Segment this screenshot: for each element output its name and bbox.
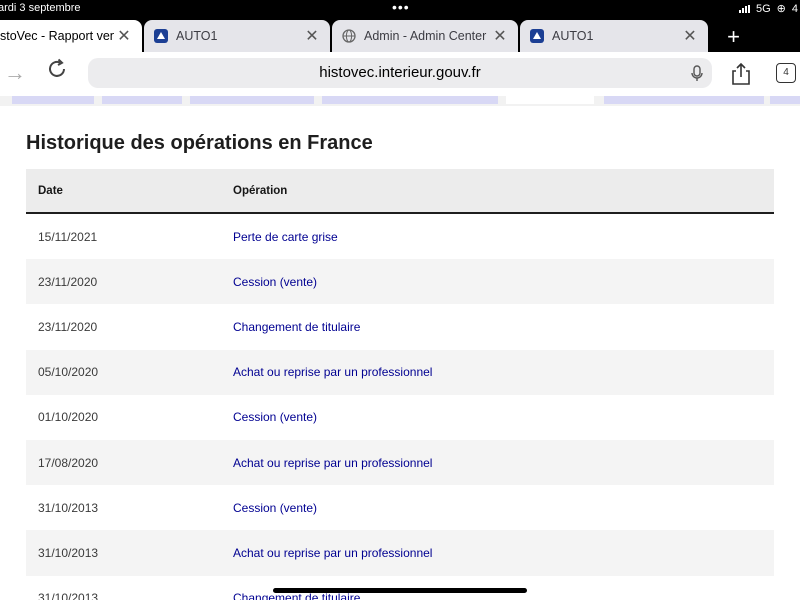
table-row: 17/08/2020 Achat ou reprise par un profes… — [26, 439, 774, 486]
section-tab-active[interactable] — [506, 96, 594, 104]
section-tab[interactable] — [12, 96, 94, 104]
share-icon[interactable] — [730, 62, 752, 91]
network-label: 5G — [755, 2, 771, 15]
cell-operation: Cession (vente) — [233, 500, 318, 515]
tab-title: AUTO1 — [552, 29, 594, 43]
tab-auto1[interactable]: AUTO1 ✕ — [144, 20, 330, 52]
cell-operation: Perte de carte grise — [233, 229, 338, 244]
status-bar: ardi 3 septembre ••• 5G ⊕ 4 — [0, 0, 800, 18]
tab-admin-center[interactable]: Admin - Admin Center ✕ — [332, 20, 518, 52]
close-icon[interactable]: ✕ — [114, 26, 134, 46]
table-row: 31/10/2013 Achat ou reprise par un profes… — [26, 530, 774, 576]
microphone-icon[interactable] — [690, 64, 704, 94]
cell-operation: Achat ou reprise par un professionnel — [233, 365, 433, 380]
status-extra: 4 — [791, 2, 798, 15]
status-right: 5G ⊕ 4 — [738, 2, 798, 15]
section-tab[interactable] — [604, 96, 764, 104]
header-date: Date — [38, 184, 63, 197]
cell-date: 23/11/2020 — [38, 274, 98, 289]
table-header: Date Opération — [26, 169, 774, 214]
section-tab[interactable] — [322, 96, 498, 104]
header-operation: Opération — [233, 184, 288, 197]
browser-toolbar: → histovec.interieur.gouv.fr 4 — [0, 52, 800, 96]
tab-count-button[interactable]: 4 — [776, 63, 796, 83]
cell-date: 05/10/2020 — [38, 365, 99, 380]
section-tab[interactable] — [190, 96, 314, 104]
location-icon: ⊕ — [776, 3, 786, 15]
section-tab[interactable] — [770, 96, 800, 104]
table-row: 15/11/2021 Perte de carte grise — [26, 214, 774, 260]
more-dots-icon[interactable]: ••• — [392, 0, 410, 15]
cell-date: 01/10/2020 — [38, 410, 99, 425]
close-icon[interactable]: ✕ — [680, 26, 700, 46]
globe-icon — [342, 29, 356, 43]
tab-title: Admin - Admin Center — [364, 29, 487, 43]
tab-title: stoVec - Rapport vende — [0, 29, 114, 43]
table-row: 23/11/2020 Cession (vente) — [26, 259, 774, 305]
auto1-icon — [154, 29, 168, 43]
table-body: 15/11/2021 Perte de carte grise 23/11/202… — [26, 214, 774, 600]
table-row: 31/10/2013 Cession (vente) — [26, 485, 774, 531]
cell-operation: Changement de titulaire — [233, 319, 361, 334]
cell-date: 17/08/2020 — [38, 455, 99, 470]
table-row: 23/11/2020 Changement de titulaire — [26, 304, 774, 350]
section-tab[interactable] — [102, 96, 182, 104]
signal-icon — [738, 4, 750, 13]
page-content: Historique des opérations en France Date… — [0, 96, 800, 600]
cell-date: 23/11/2020 — [38, 319, 98, 334]
cell-date: 31/10/2013 — [38, 545, 99, 560]
url-text: histovec.interieur.gouv.fr — [319, 64, 481, 81]
close-icon[interactable]: ✕ — [490, 26, 510, 46]
cell-date: 31/10/2013 — [38, 500, 99, 515]
operations-table: Date Opération 15/11/2021 Perte de carte … — [26, 169, 774, 600]
reload-icon[interactable] — [46, 58, 68, 86]
new-tab-icon[interactable]: + — [727, 24, 740, 50]
tab-histovec[interactable]: stoVec - Rapport vende ✕ — [0, 20, 142, 52]
table-row: 01/10/2020 Cession (vente) — [26, 394, 774, 440]
table-row: 05/10/2020 Achat ou reprise par un profes… — [26, 349, 774, 395]
address-bar[interactable]: histovec.interieur.gouv.fr — [88, 58, 712, 88]
forward-icon[interactable]: → — [4, 60, 26, 86]
cell-operation: Achat ou reprise par un professionnel — [233, 455, 433, 470]
close-icon[interactable]: ✕ — [302, 26, 322, 46]
history-panel: Historique des opérations en France Date… — [0, 106, 800, 600]
cell-operation: Cession (vente) — [233, 274, 318, 289]
status-time: ardi 3 septembre — [0, 2, 81, 14]
page-title: Historique des opérations en France — [26, 132, 373, 154]
cell-operation: Cession (vente) — [233, 410, 318, 425]
cell-date: 31/10/2013 — [38, 591, 99, 600]
tab-bar: stoVec - Rapport vende ✕ AUTO1 ✕ Admin -… — [0, 18, 800, 52]
cell-operation: Achat ou reprise par un professionnel — [233, 545, 433, 560]
tab-auto1-2[interactable]: AUTO1 ✕ — [520, 20, 708, 52]
cell-date: 15/11/2021 — [38, 229, 98, 244]
home-indicator[interactable] — [273, 588, 527, 593]
auto1-icon — [530, 29, 544, 43]
tab-title: AUTO1 — [176, 29, 218, 43]
